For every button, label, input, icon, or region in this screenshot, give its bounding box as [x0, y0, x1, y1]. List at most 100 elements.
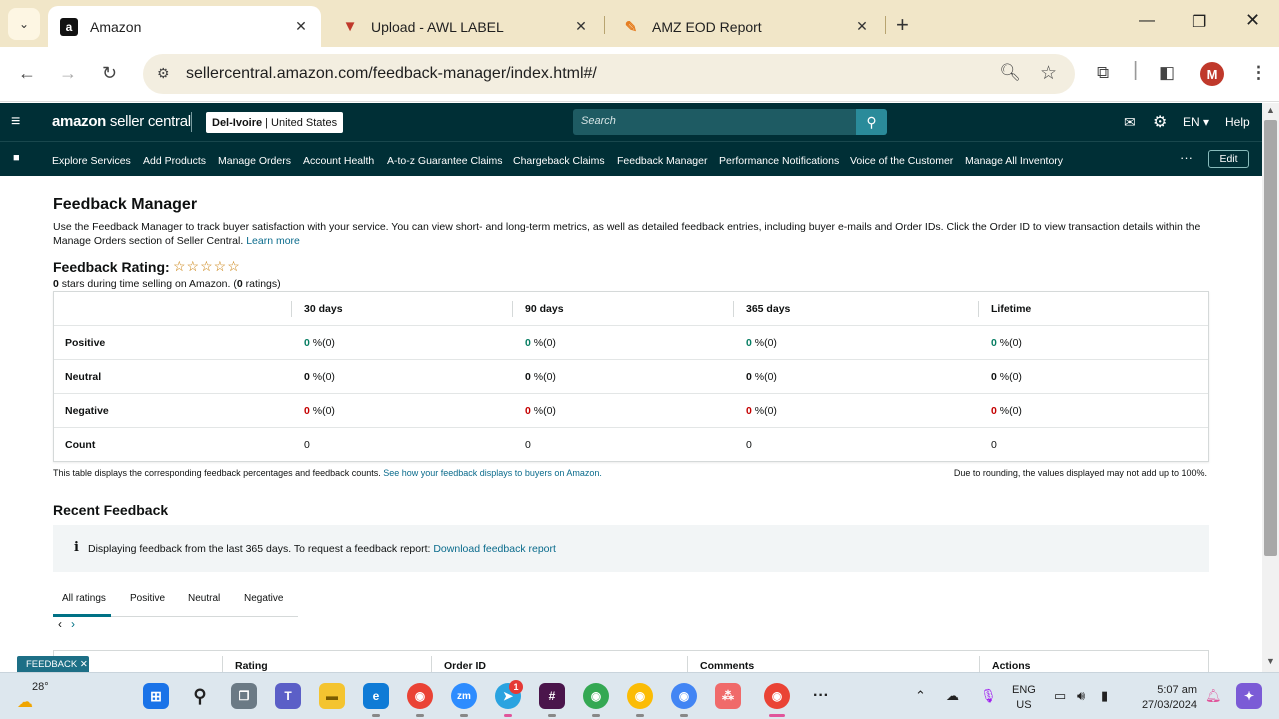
browser-tab-awl[interactable]: ▼ Upload - AWL LABEL ✕ — [329, 6, 601, 47]
chrome-profile-icon[interactable]: ◉ — [583, 683, 609, 709]
extensions-puzzle-icon[interactable]: ⧉ — [1097, 63, 1109, 83]
nav-add-products[interactable]: Add Products — [143, 155, 206, 167]
site-settings-icon[interactable]: ⚙ — [157, 65, 170, 82]
buyer-display-link[interactable]: See how your feedback displays to buyers… — [383, 468, 602, 478]
col-comments: Comments — [700, 660, 755, 672]
minimize-icon[interactable]: — — [1139, 12, 1155, 30]
chrome-active-icon[interactable]: ◉ — [764, 683, 790, 709]
nav-chargeback-claims[interactable]: Chargeback Claims — [513, 155, 605, 167]
language-indicator[interactable]: ENG US — [1012, 683, 1036, 713]
asana-icon[interactable]: ⁂ — [715, 683, 741, 709]
rating-stars: ☆☆☆☆☆ — [173, 258, 241, 274]
nav-feedback-manager[interactable]: Feedback Manager — [617, 155, 707, 167]
system-clock[interactable]: 5:07 am 27/03/2024 — [1135, 683, 1197, 713]
nav-voice-of-customer[interactable]: Voice of the Customer — [850, 155, 953, 167]
chrome-icon[interactable]: ◉ — [407, 683, 433, 709]
table-cell: 0 %(0) — [991, 405, 1022, 417]
reload-icon[interactable]: ↻ — [102, 63, 117, 84]
window-close-icon[interactable]: ✕ — [1245, 10, 1260, 31]
url-text[interactable]: sellercentral.amazon.com/feedback-manage… — [186, 65, 597, 83]
tab-title: AMZ EOD Report — [652, 18, 762, 35]
chrome-menu-icon[interactable]: ⋮ — [1250, 63, 1267, 83]
onedrive-icon[interactable]: ☁ — [946, 688, 959, 704]
scroll-down-arrow-icon[interactable]: ▼ — [1266, 656, 1275, 666]
close-tab-icon[interactable]: ✕ — [571, 18, 591, 35]
side-panel-icon[interactable]: ◧ — [1159, 63, 1175, 83]
chevron-right-icon[interactable]: › — [71, 617, 75, 631]
search-button[interactable]: ⚲ — [856, 109, 887, 135]
row-label: Positive — [65, 337, 106, 349]
nav-manage-orders[interactable]: Manage Orders — [218, 155, 291, 167]
microphone-icon[interactable]: 🎙︎ — [980, 688, 997, 704]
profile-avatar[interactable]: M — [1200, 62, 1224, 86]
learn-more-link[interactable]: Learn more — [246, 235, 300, 247]
restore-icon[interactable]: ❐ — [1192, 12, 1206, 32]
forward-arrow-icon[interactable]: → — [59, 63, 77, 84]
chevron-left-icon[interactable]: ‹ — [58, 617, 62, 631]
browser-tab-amazon[interactable]: a Amazon ✕ — [48, 6, 321, 47]
nav-manage-all-inventory[interactable]: Manage All Inventory — [965, 155, 1063, 167]
search-input[interactable]: Search — [573, 109, 856, 135]
tab-positive[interactable]: Positive — [130, 593, 165, 604]
nav-edit-button[interactable]: Edit — [1208, 150, 1249, 168]
file-explorer-icon[interactable]: ▬ — [319, 683, 345, 709]
rounding-note: Due to rounding, the values displayed ma… — [953, 468, 1207, 478]
chrome-profile-icon[interactable]: ◉ — [627, 683, 653, 709]
awl-label-icon: ▼ — [342, 18, 358, 35]
taskbar-search-icon[interactable]: ⚲ — [187, 683, 213, 709]
percent-text: %(0) — [530, 337, 556, 349]
page-scrollbar[interactable]: ▲ ▼ — [1262, 103, 1279, 672]
zoom-app-icon[interactable]: zm — [451, 683, 477, 709]
zoom-magnifier-icon[interactable]: 🔍︎ — [999, 63, 1021, 83]
back-arrow-icon[interactable]: ← — [18, 63, 36, 84]
task-view-icon[interactable]: ❐ — [231, 683, 257, 709]
seller-central-logo[interactable]: amazon seller central — [52, 113, 191, 130]
tab-search-button[interactable]: ⌄ — [8, 8, 40, 40]
chrome-profile-icon[interactable]: ◉ — [671, 683, 697, 709]
edge-icon[interactable]: e — [363, 683, 389, 709]
gear-icon[interactable]: ⚙ — [1153, 112, 1167, 132]
browser-tab-eod[interactable]: ✎ AMZ EOD Report ✕ — [610, 6, 882, 47]
scroll-up-arrow-icon[interactable]: ▲ — [1266, 105, 1275, 115]
nav-a-to-z-claims[interactable]: A-to-z Guarantee Claims — [387, 155, 503, 167]
col-30-days: 30 days — [304, 303, 343, 315]
weather-cloud-icon[interactable]: ☁ — [17, 692, 33, 712]
recent-feedback-header: . Rating Order ID Comments Actions — [53, 650, 1209, 672]
copilot-icon[interactable]: ✦ — [1236, 683, 1262, 709]
feedback-rating-label: Feedback Rating: — [53, 259, 170, 275]
battery-icon[interactable]: ▮ — [1101, 688, 1108, 704]
weather-temperature[interactable]: 28° — [32, 681, 49, 693]
store-selector[interactable]: Del-Ivoire | United States — [206, 112, 344, 133]
nav-more-icon[interactable]: ··· — [1180, 150, 1193, 165]
windows-start-icon[interactable]: ⊞ — [143, 683, 169, 709]
bookmark-star-icon[interactable]: ☆ — [1040, 62, 1057, 85]
help-link[interactable]: Help — [1225, 115, 1250, 129]
feedback-badge-button[interactable]: FEEDBACK ✕ — [17, 656, 89, 672]
nav-explore-services[interactable]: Explore Services — [52, 155, 131, 167]
download-report-link[interactable]: Download feedback report — [433, 543, 556, 555]
new-tab-plus-icon[interactable]: + — [896, 12, 909, 38]
mail-icon[interactable]: ✉ — [1124, 114, 1136, 131]
search-icon: ⚲ — [866, 114, 877, 130]
nav-performance-notifications[interactable]: Performance Notifications — [719, 155, 839, 167]
scroll-thumb[interactable] — [1264, 120, 1277, 556]
hamburger-menu-icon[interactable]: ≡ — [11, 113, 20, 131]
close-tab-icon[interactable]: ✕ — [852, 18, 872, 35]
slack-icon[interactable]: # — [539, 683, 565, 709]
display-icon[interactable]: ▭ — [1054, 688, 1066, 704]
tab-negative[interactable]: Negative — [244, 593, 283, 604]
tab-all-ratings[interactable]: All ratings — [62, 593, 106, 604]
close-tab-icon[interactable]: ✕ — [291, 18, 311, 35]
notification-bell-icon[interactable]: 🔔︎ — [1205, 688, 1222, 704]
info-alert: i Displaying feedback from the last 365 … — [53, 525, 1209, 572]
address-bar[interactable]: ⚙ sellercentral.amazon.com/feedback-mana… — [143, 54, 1075, 94]
nav-account-health[interactable]: Account Health — [303, 155, 374, 167]
more-apps-icon[interactable]: ··· — [808, 683, 834, 709]
tray-chevron-up-icon[interactable]: ⌃ — [915, 688, 926, 704]
bookmark-icon[interactable]: ■ — [13, 152, 20, 164]
teams-icon[interactable]: T — [275, 683, 301, 709]
language-selector[interactable]: EN ▾ — [1183, 115, 1209, 129]
volume-icon[interactable]: 🔊︎ — [1077, 688, 1085, 704]
count-value: 0 — [746, 439, 752, 451]
tab-neutral[interactable]: Neutral — [188, 593, 220, 604]
